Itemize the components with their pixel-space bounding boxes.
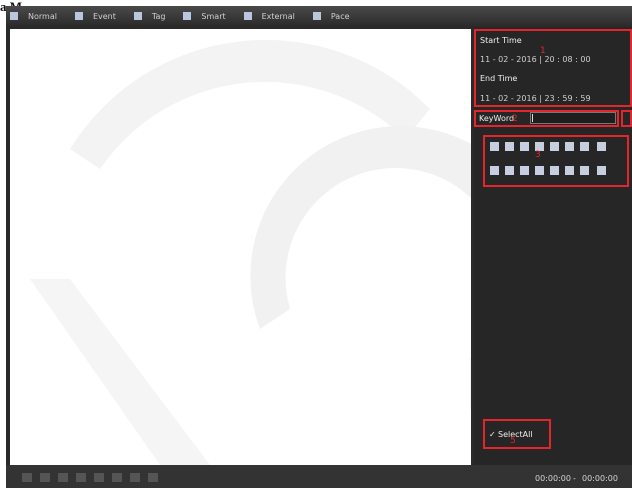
tab-event[interactable]: Event <box>74 12 116 21</box>
stop-button[interactable] <box>58 473 68 482</box>
video-preview-area[interactable] <box>10 29 471 465</box>
channel-checkbox[interactable] <box>520 166 529 175</box>
channel-checkbox[interactable] <box>565 142 574 151</box>
marker-5: 5 <box>510 436 516 446</box>
channel-checkbox[interactable] <box>580 142 589 151</box>
channel-checkbox[interactable] <box>490 166 499 175</box>
tab-icon <box>243 12 252 20</box>
time-separator: - <box>573 474 576 483</box>
check-icon: ✓ <box>489 430 496 439</box>
channel-checkbox[interactable] <box>565 166 574 175</box>
pause-button[interactable] <box>40 473 50 482</box>
frame-button[interactable] <box>148 473 158 482</box>
channel-checkbox[interactable] <box>597 166 606 175</box>
channel-checkbox[interactable] <box>505 142 514 151</box>
tab-icon <box>74 12 83 20</box>
end-time-field[interactable]: 11 - 02 - 2016 | 23 : 59 : 59 <box>480 94 591 103</box>
channel-checkbox[interactable] <box>550 142 559 151</box>
playback-end-time: 00:00:00 <box>582 474 618 483</box>
play-button[interactable] <box>22 473 32 482</box>
search-type-tabs: Normal Event Tag Smart External Pace <box>6 6 632 26</box>
tab-pace[interactable]: Pace <box>312 12 350 21</box>
start-time-label: Start Time <box>480 36 522 45</box>
text-cursor <box>532 114 533 122</box>
channel-checkbox[interactable] <box>597 142 606 151</box>
tab-icon <box>183 12 192 20</box>
channel-checkbox[interactable] <box>520 142 529 151</box>
tab-icon <box>10 12 18 20</box>
channel-checkbox[interactable] <box>490 142 499 151</box>
slow-button[interactable] <box>112 473 122 482</box>
fast-button[interactable] <box>130 473 140 482</box>
watermark-logo <box>30 39 471 465</box>
marker-3: 3 <box>535 150 541 160</box>
channel-checkbox[interactable] <box>535 166 544 175</box>
tab-normal[interactable]: Normal <box>10 12 57 21</box>
tab-smart[interactable]: Smart <box>183 12 226 21</box>
marker-1: 1 <box>540 46 546 56</box>
start-time-field[interactable]: 11 - 02 - 2016 | 20 : 08 : 00 <box>480 55 591 64</box>
keyword-label: KeyWord <box>479 114 515 123</box>
tab-external[interactable]: External <box>243 12 295 21</box>
rewind-button[interactable] <box>76 473 86 482</box>
playback-start-time: 00:00:00 <box>535 474 571 483</box>
channel-checkbox[interactable] <box>505 166 514 175</box>
tab-icon <box>133 12 142 20</box>
tab-icon <box>312 12 321 20</box>
keyword-side-box <box>621 110 632 127</box>
marker-2: 2 <box>512 114 518 124</box>
channel-checkbox[interactable] <box>580 166 589 175</box>
channel-checkbox[interactable] <box>550 166 559 175</box>
forward-button[interactable] <box>94 473 104 482</box>
end-time-label: End Time <box>480 74 518 83</box>
tab-tag[interactable]: Tag <box>133 12 165 21</box>
keyword-input[interactable] <box>530 112 616 124</box>
